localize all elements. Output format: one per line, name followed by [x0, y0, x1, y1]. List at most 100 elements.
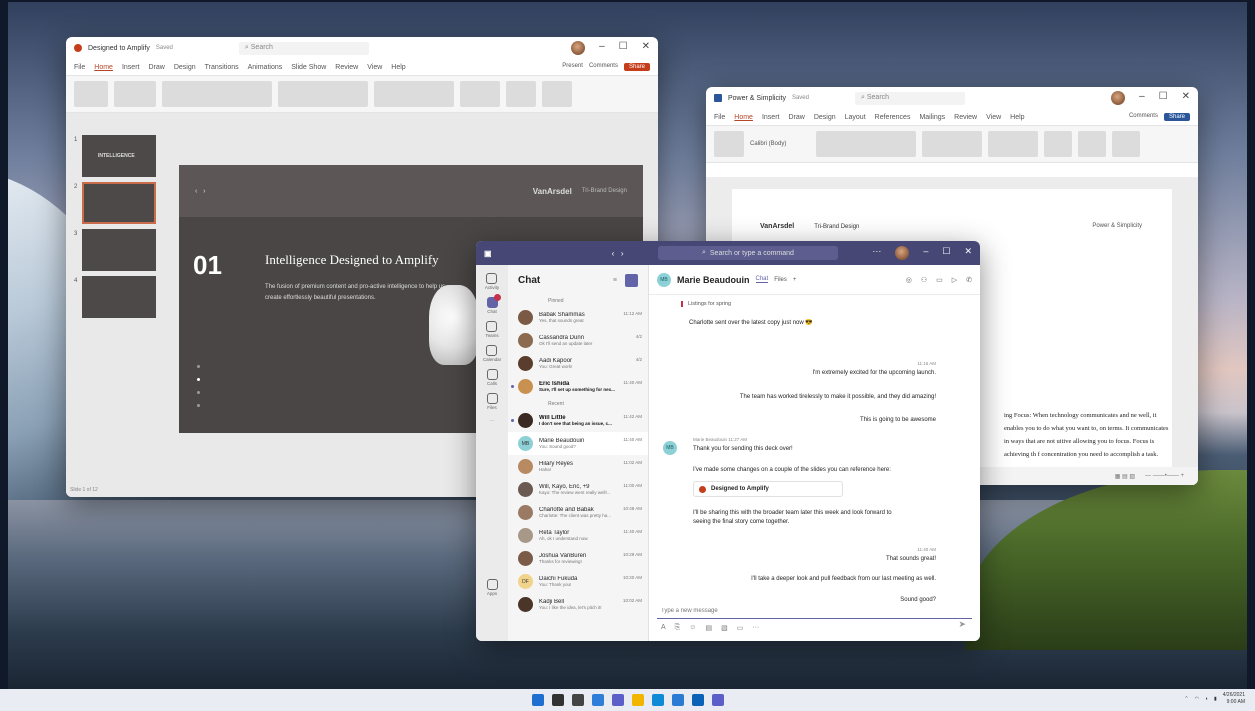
maximize-icon[interactable]: ☐ [619, 41, 628, 55]
wifi-icon[interactable]: ◠ [1195, 696, 1199, 702]
new-slide-button[interactable] [114, 81, 156, 107]
audio-call-icon[interactable]: ✆ [966, 276, 972, 284]
chat-list-item[interactable]: Cassandra Dunn Ok I'll send an update lat… [508, 329, 648, 352]
ribbon-tab-draw[interactable]: Draw [788, 114, 804, 121]
format-icon[interactable]: A [661, 624, 666, 632]
ribbon-tab-slide-show[interactable]: Slide Show [291, 64, 326, 71]
zoom-slider[interactable]: — ——•—— + [1145, 473, 1184, 479]
editing-group[interactable] [460, 81, 500, 107]
add-tab-icon[interactable]: + [793, 277, 797, 283]
rail-item-calendar[interactable]: Calendar [483, 345, 501, 362]
drawing-group[interactable] [374, 81, 454, 107]
close-icon[interactable]: ✕ [964, 246, 972, 260]
meet-now-icon[interactable]: ▭ [737, 624, 744, 632]
ribbon-tab-mailings[interactable]: Mailings [919, 114, 945, 121]
filter-icon[interactable]: ≡ [613, 277, 617, 284]
designer-button[interactable] [542, 81, 572, 107]
close-icon[interactable]: ✕ [642, 41, 650, 55]
store-icon[interactable] [671, 694, 684, 706]
meeting-icon[interactable]: ◎ [906, 276, 912, 284]
slide-thumbnail[interactable]: 3 [74, 229, 156, 271]
chat-list-item[interactable]: Eric Ishida Sure, I'll set up something f… [508, 375, 648, 398]
minimize-icon[interactable]: – [923, 246, 928, 260]
font-name-field[interactable]: Calibri (Body) [750, 141, 810, 147]
close-icon[interactable]: ✕ [1182, 91, 1190, 105]
ribbon-tab-view[interactable]: View [367, 64, 382, 71]
ribbon-tab-file[interactable]: File [74, 64, 85, 71]
user-avatar[interactable] [895, 246, 910, 260]
ribbon-tab-help[interactable]: Help [1010, 114, 1024, 121]
rail-item-apps[interactable]: Apps [486, 579, 498, 596]
ribbon-tab-help[interactable]: Help [391, 64, 405, 71]
designer-button[interactable] [1112, 131, 1140, 157]
video-call-icon[interactable]: ▷ [952, 276, 957, 284]
paragraph-group[interactable] [278, 81, 368, 107]
chat-list-item[interactable]: DF Daichi Fukuda You: Thank you! 10:20 AM [508, 570, 648, 593]
ribbon-tab-draw[interactable]: Draw [148, 64, 164, 71]
chat-list-item[interactable]: Joshua VanBuren Thanks for reviewing! 10:2… [508, 547, 648, 570]
ribbon-tab-insert[interactable]: Insert [762, 114, 780, 121]
teams-window[interactable]: ▣ ‹ › ⌕ Search or type a command ··· – ☐… [476, 241, 980, 641]
chat-list-item[interactable]: Hilary Reyes Haha! 11:02 AM [508, 455, 648, 478]
nav-back-forward[interactable]: ‹ › [612, 249, 624, 258]
rail-item-calls[interactable]: Calls [486, 369, 498, 386]
tab-files[interactable]: Files [774, 277, 787, 283]
ribbon-tab-references[interactable]: References [875, 114, 911, 121]
chat-list-item[interactable]: Babak Shammas Yes, that sounds great 11:12… [508, 306, 648, 329]
maximize-icon[interactable]: ☐ [942, 246, 950, 260]
ribbon-tab-home[interactable]: Home [734, 114, 753, 121]
ribbon-tab-review[interactable]: Review [954, 114, 977, 121]
battery-icon[interactable]: ▮ [1214, 696, 1217, 702]
rail-item-teams[interactable]: Teams [485, 321, 499, 338]
chat-icon[interactable] [611, 694, 624, 706]
search-box[interactable]: ⌕ Search [238, 41, 369, 55]
gif-icon[interactable]: ▤ [705, 624, 712, 632]
attach-icon[interactable]: ⎘ [675, 624, 681, 632]
ribbon-tab-animations[interactable]: Animations [248, 64, 283, 71]
emoji-icon[interactable]: ☺ [689, 624, 696, 632]
share-button[interactable]: Share [1163, 113, 1190, 121]
font-group[interactable] [816, 131, 916, 157]
search-input[interactable]: ⌕ Search or type a command [657, 246, 838, 260]
comments-button[interactable]: Comments [1129, 113, 1158, 121]
user-avatar[interactable] [571, 41, 586, 55]
font-group[interactable] [162, 81, 272, 107]
task-view-icon[interactable] [571, 694, 584, 706]
paste-button[interactable] [74, 81, 108, 107]
present-button[interactable]: Present [562, 63, 583, 71]
minimize-icon[interactable]: – [599, 41, 605, 55]
slide-thumbnail[interactable]: 2 [74, 182, 156, 224]
ribbon-tab-transitions[interactable]: Transitions [205, 64, 239, 71]
new-chat-icon[interactable] [625, 273, 638, 287]
chevron-up-icon[interactable]: ⌃ [1184, 696, 1188, 702]
more-options-icon[interactable]: ··· [872, 246, 881, 260]
chat-list-item[interactable]: Kadji Bell You: I like the idea, let's pi… [508, 593, 648, 616]
slide-thumbnail[interactable]: 4 [74, 276, 156, 318]
chat-list-item[interactable]: Aadi Kapoor You: Great work! 4/2 [508, 352, 648, 375]
tab-chat[interactable]: Chat [755, 276, 769, 283]
search-box[interactable]: ⌕ Search [854, 91, 965, 105]
ribbon-tab-review[interactable]: Review [335, 64, 358, 71]
share-button[interactable]: Share [623, 63, 650, 71]
rail-item-files[interactable]: Files [486, 393, 498, 410]
chat-list-item[interactable]: Will Little I don't see that being an iss… [508, 409, 648, 432]
maximize-icon[interactable]: ☐ [1159, 91, 1168, 105]
styles-group[interactable] [922, 131, 982, 157]
clock[interactable]: 4/26/2021 9:00 AM [1223, 692, 1245, 706]
sticker-icon[interactable]: ▧ [721, 624, 728, 632]
rail-item-activity[interactable]: Activity [485, 273, 499, 290]
file-explorer-icon[interactable] [631, 694, 644, 706]
ribbon-tab-design[interactable]: Design [814, 114, 836, 121]
widgets-icon[interactable] [591, 694, 604, 706]
chat-list-item[interactable]: Will, Kayo, Eric, +9 Kayo: The review wen… [508, 478, 648, 501]
volume-icon[interactable]: ◖ [1205, 696, 1208, 702]
ribbon-tab-insert[interactable]: Insert [122, 64, 140, 71]
start-icon[interactable] [531, 694, 544, 706]
dictate-button[interactable] [506, 81, 536, 107]
file-attachment[interactable]: Designed to Amplify [693, 481, 843, 497]
user-avatar[interactable] [1111, 91, 1126, 105]
chat-list-item[interactable]: MB Marie Beaudouin You: Sound good? 11:40 A… [508, 432, 648, 455]
comments-button[interactable]: Comments [589, 63, 618, 71]
minimize-icon[interactable]: – [1139, 91, 1145, 105]
more-apps-icon[interactable]: ... [490, 417, 494, 422]
